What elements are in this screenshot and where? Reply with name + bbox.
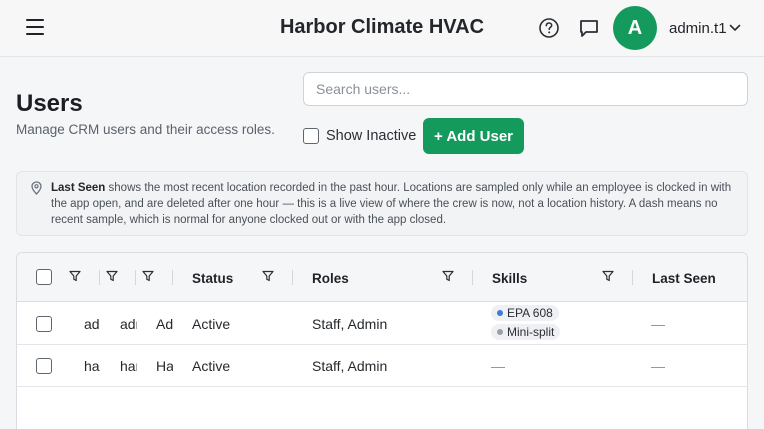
show-inactive-checkbox[interactable] [303, 128, 319, 144]
users-table: Status Roles Skills Last Seen admin admi… [16, 252, 748, 429]
column-divider[interactable] [472, 270, 473, 285]
show-inactive-label: Show Inactive [326, 128, 417, 144]
notice-text: Last Seen shows the most recent location… [51, 180, 741, 228]
page-subtitle: Manage CRM users and their access roles. [16, 122, 275, 137]
cell-status: Active [192, 316, 231, 332]
show-inactive-toggle[interactable]: Show Inactive [303, 126, 416, 146]
row-checkbox[interactable] [36, 316, 52, 332]
filter-icon[interactable] [69, 270, 81, 282]
select-all-checkbox[interactable] [36, 269, 52, 285]
column-divider[interactable] [135, 270, 136, 285]
column-divider[interactable] [292, 270, 293, 285]
cell-login: admin [120, 316, 137, 332]
cell-roles: Staff, Admin [312, 358, 388, 374]
cell-username: harbor [84, 358, 100, 374]
top-bar: Harbor Climate HVAC A admin.t1 [0, 0, 764, 57]
cell-roles: Staff, Admin [312, 316, 388, 332]
search-input[interactable] [303, 72, 748, 106]
column-header-status[interactable]: Status [192, 271, 233, 286]
table-header: Status Roles Skills Last Seen [17, 253, 747, 302]
row-checkbox[interactable] [36, 358, 52, 374]
notice-bold: Last Seen [51, 182, 106, 194]
location-pin-icon [31, 181, 42, 195]
cell-last-seen: — [651, 358, 665, 374]
column-header-roles[interactable]: Roles [312, 271, 349, 286]
filter-icon[interactable] [602, 270, 614, 282]
cell-last-seen: — [651, 316, 665, 332]
cell-name: Admin [156, 316, 173, 332]
cell-login: harbor [120, 358, 137, 374]
filter-icon[interactable] [442, 270, 454, 282]
table-row[interactable]: admin admin Admin Active Staff, Admin EP… [17, 302, 747, 345]
avatar[interactable]: A [613, 6, 657, 50]
filter-icon[interactable] [106, 270, 118, 282]
last-seen-notice: Last Seen shows the most recent location… [16, 171, 748, 236]
column-header-last-seen[interactable]: Last Seen [652, 271, 716, 286]
skill-chip: Mini-split [491, 324, 561, 340]
cell-username: admin [84, 316, 100, 332]
user-menu-name[interactable]: admin.t1 [669, 20, 727, 37]
cell-skills: — [491, 358, 505, 374]
column-divider[interactable] [99, 270, 100, 285]
page-title: Users [16, 90, 83, 117]
cell-status: Active [192, 358, 231, 374]
filter-icon[interactable] [262, 270, 274, 282]
chevron-down-icon[interactable] [729, 22, 741, 34]
table-row[interactable]: harbor harbor Harbor Active Staff, Admin… [17, 345, 747, 387]
notice-body: shows the most recent location recorded … [51, 182, 732, 226]
chat-icon[interactable] [578, 17, 600, 39]
column-divider[interactable] [172, 270, 173, 285]
filter-icon[interactable] [142, 270, 154, 282]
cell-name: Harbor [156, 358, 173, 374]
column-header-skills[interactable]: Skills [492, 271, 527, 286]
hamburger-icon[interactable] [26, 19, 44, 35]
help-icon[interactable] [538, 17, 560, 39]
skill-chip: EPA 608 [491, 305, 559, 321]
column-divider[interactable] [632, 270, 633, 285]
add-user-button[interactable]: + Add User [423, 118, 524, 154]
